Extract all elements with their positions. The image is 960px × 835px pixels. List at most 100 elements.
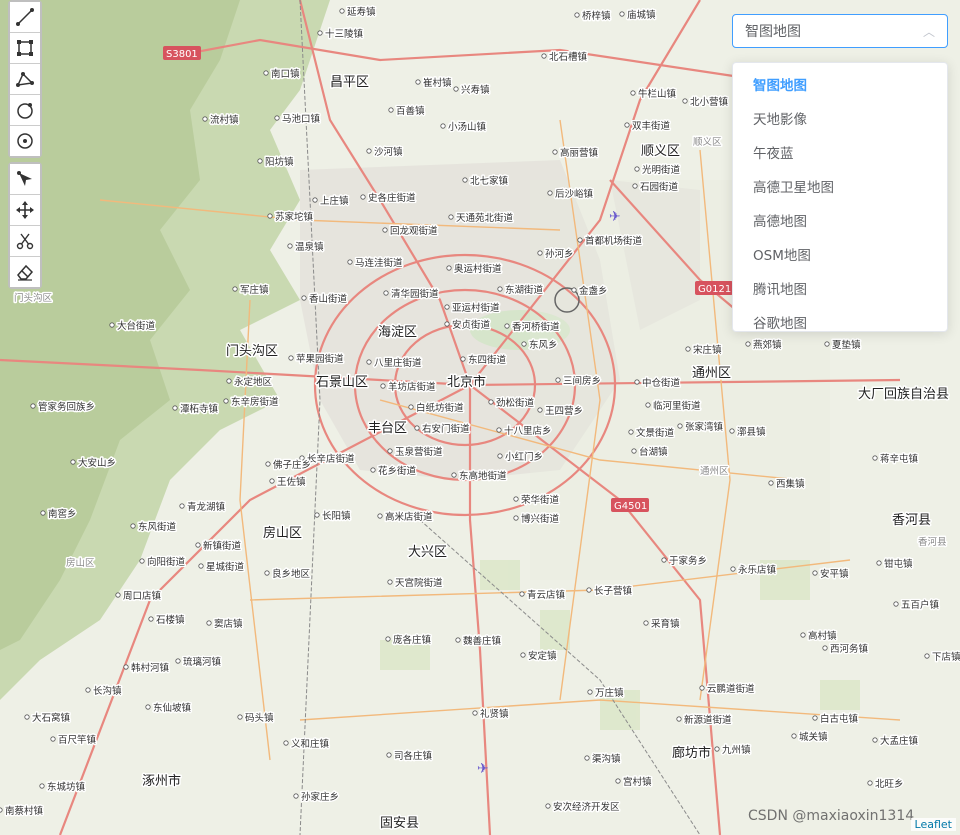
watermark: CSDN @maxiaoxin1314 (748, 808, 915, 824)
place-dot (312, 197, 318, 203)
place-dot (571, 287, 577, 293)
place-dot (574, 12, 580, 18)
place-label: 温泉镇 (295, 241, 324, 253)
place-label: 百善镇 (396, 105, 425, 117)
place-dot (699, 685, 705, 691)
place-dot (513, 496, 519, 502)
place-dot (768, 480, 774, 486)
basemap-select-value: 智图地图 (745, 24, 801, 40)
place-dot (415, 79, 421, 85)
draw-circle-button[interactable] (10, 95, 40, 126)
place-dot (685, 346, 691, 352)
place-dot (645, 402, 651, 408)
place-label: 高米店街道 (385, 511, 433, 523)
place-dot (577, 237, 583, 243)
place-dot (545, 803, 551, 809)
place-dot (339, 8, 345, 14)
place-dot (496, 427, 502, 433)
place-label: 桥梓镇 (582, 10, 611, 22)
place-dot (453, 86, 459, 92)
place-label: 东高地街道 (459, 470, 507, 482)
place-label: 亚运村街道 (452, 302, 500, 314)
place-label: 东辛房街道 (231, 396, 279, 408)
place-dot (630, 90, 636, 96)
draw-marker-button[interactable] (10, 126, 40, 156)
place-dot (462, 177, 468, 183)
place-label: 石楼镇 (156, 614, 185, 626)
place-dot (257, 158, 263, 164)
admin-label: 房山区 (66, 557, 95, 569)
place-dot (634, 166, 640, 172)
place-dot (624, 122, 630, 128)
draw-polygon-button[interactable] (10, 64, 40, 95)
place-dot (800, 632, 806, 638)
place-label: 万庄镇 (595, 687, 624, 699)
place-label: 兴寿镇 (461, 84, 490, 96)
place-label: 下店镇 (932, 651, 960, 663)
place-label: 阳坊镇 (265, 156, 294, 168)
place-label: 张家湾镇 (685, 421, 724, 433)
place-label: 玉泉营街道 (395, 446, 443, 458)
district-label: 石景山区 (316, 375, 368, 390)
draw-polyline-button[interactable] (10, 2, 40, 33)
place-label: 博兴街道 (521, 513, 560, 525)
place-dot (730, 566, 736, 572)
place-dot (385, 636, 391, 642)
place-dot (382, 227, 388, 233)
place-label: 司各庄镇 (394, 750, 433, 762)
basemap-option[interactable]: 午夜蓝 (733, 137, 947, 171)
place-label: 十八里店乡 (504, 425, 552, 437)
place-dot (632, 183, 638, 189)
place-dot (587, 689, 593, 695)
basemap-option[interactable]: 智图地图 (733, 69, 947, 103)
place-dot (472, 710, 478, 716)
place-label: 安贞街道 (452, 319, 491, 331)
place-label: 长阳镇 (322, 510, 351, 522)
place-dot (676, 716, 682, 722)
place-dot (293, 793, 299, 799)
move-button[interactable] (10, 195, 40, 226)
basemap-select[interactable]: 智图地图 ︿ (732, 14, 948, 48)
admin-label: 门头沟区 (14, 292, 53, 304)
rectangle-icon (17, 40, 33, 56)
place-label: 蒋辛屯镇 (880, 453, 919, 465)
basemap-option[interactable]: 腾讯地图 (733, 273, 947, 307)
district-label: 房山区 (263, 525, 302, 541)
admin-label: 香河县 (918, 536, 947, 548)
place-label: 孙河乡 (545, 248, 574, 260)
basemap-option[interactable]: 谷歌地图 (733, 307, 947, 331)
place-label: 庞各庄镇 (393, 634, 432, 646)
basemap-option[interactable]: 天地影像 (733, 103, 947, 137)
delete-button[interactable] (10, 257, 40, 287)
place-label: 小红门乡 (505, 451, 543, 463)
place-dot (872, 737, 878, 743)
edit-vertices-button[interactable] (10, 164, 40, 195)
cut-icon (16, 233, 34, 250)
place-label: 新源道街道 (684, 714, 732, 726)
place-dot (729, 428, 735, 434)
place-dot (824, 341, 830, 347)
leaflet-attribution[interactable]: Leaflet (910, 818, 956, 831)
place-label: 东仙坡镇 (153, 702, 192, 714)
basemap-option[interactable]: OSM地图 (733, 239, 947, 273)
place-label: 八里庄街道 (374, 357, 422, 369)
airport-icon: ✈ (609, 209, 621, 225)
shield-g0121: G0121 (698, 284, 731, 295)
place-dot (552, 149, 558, 155)
place-dot (130, 523, 136, 529)
cut-button[interactable] (10, 226, 40, 257)
place-dot (370, 467, 376, 473)
place-dot (347, 259, 353, 265)
place-label: 管家务回族乡 (38, 401, 95, 413)
basemap-option[interactable]: 高德卫星地图 (733, 171, 947, 205)
place-dot (444, 321, 450, 327)
place-label: 临河里街道 (653, 400, 701, 412)
place-label: 右安门街道 (422, 423, 470, 435)
draw-rectangle-button[interactable] (10, 33, 40, 64)
place-label: 苏家坨镇 (275, 211, 314, 223)
place-dot (547, 190, 553, 196)
place-dot (867, 780, 873, 786)
place-label: 香河桥街道 (512, 321, 560, 333)
shield-s3801: S3801 (166, 49, 198, 60)
basemap-option[interactable]: 高德地图 (733, 205, 947, 239)
